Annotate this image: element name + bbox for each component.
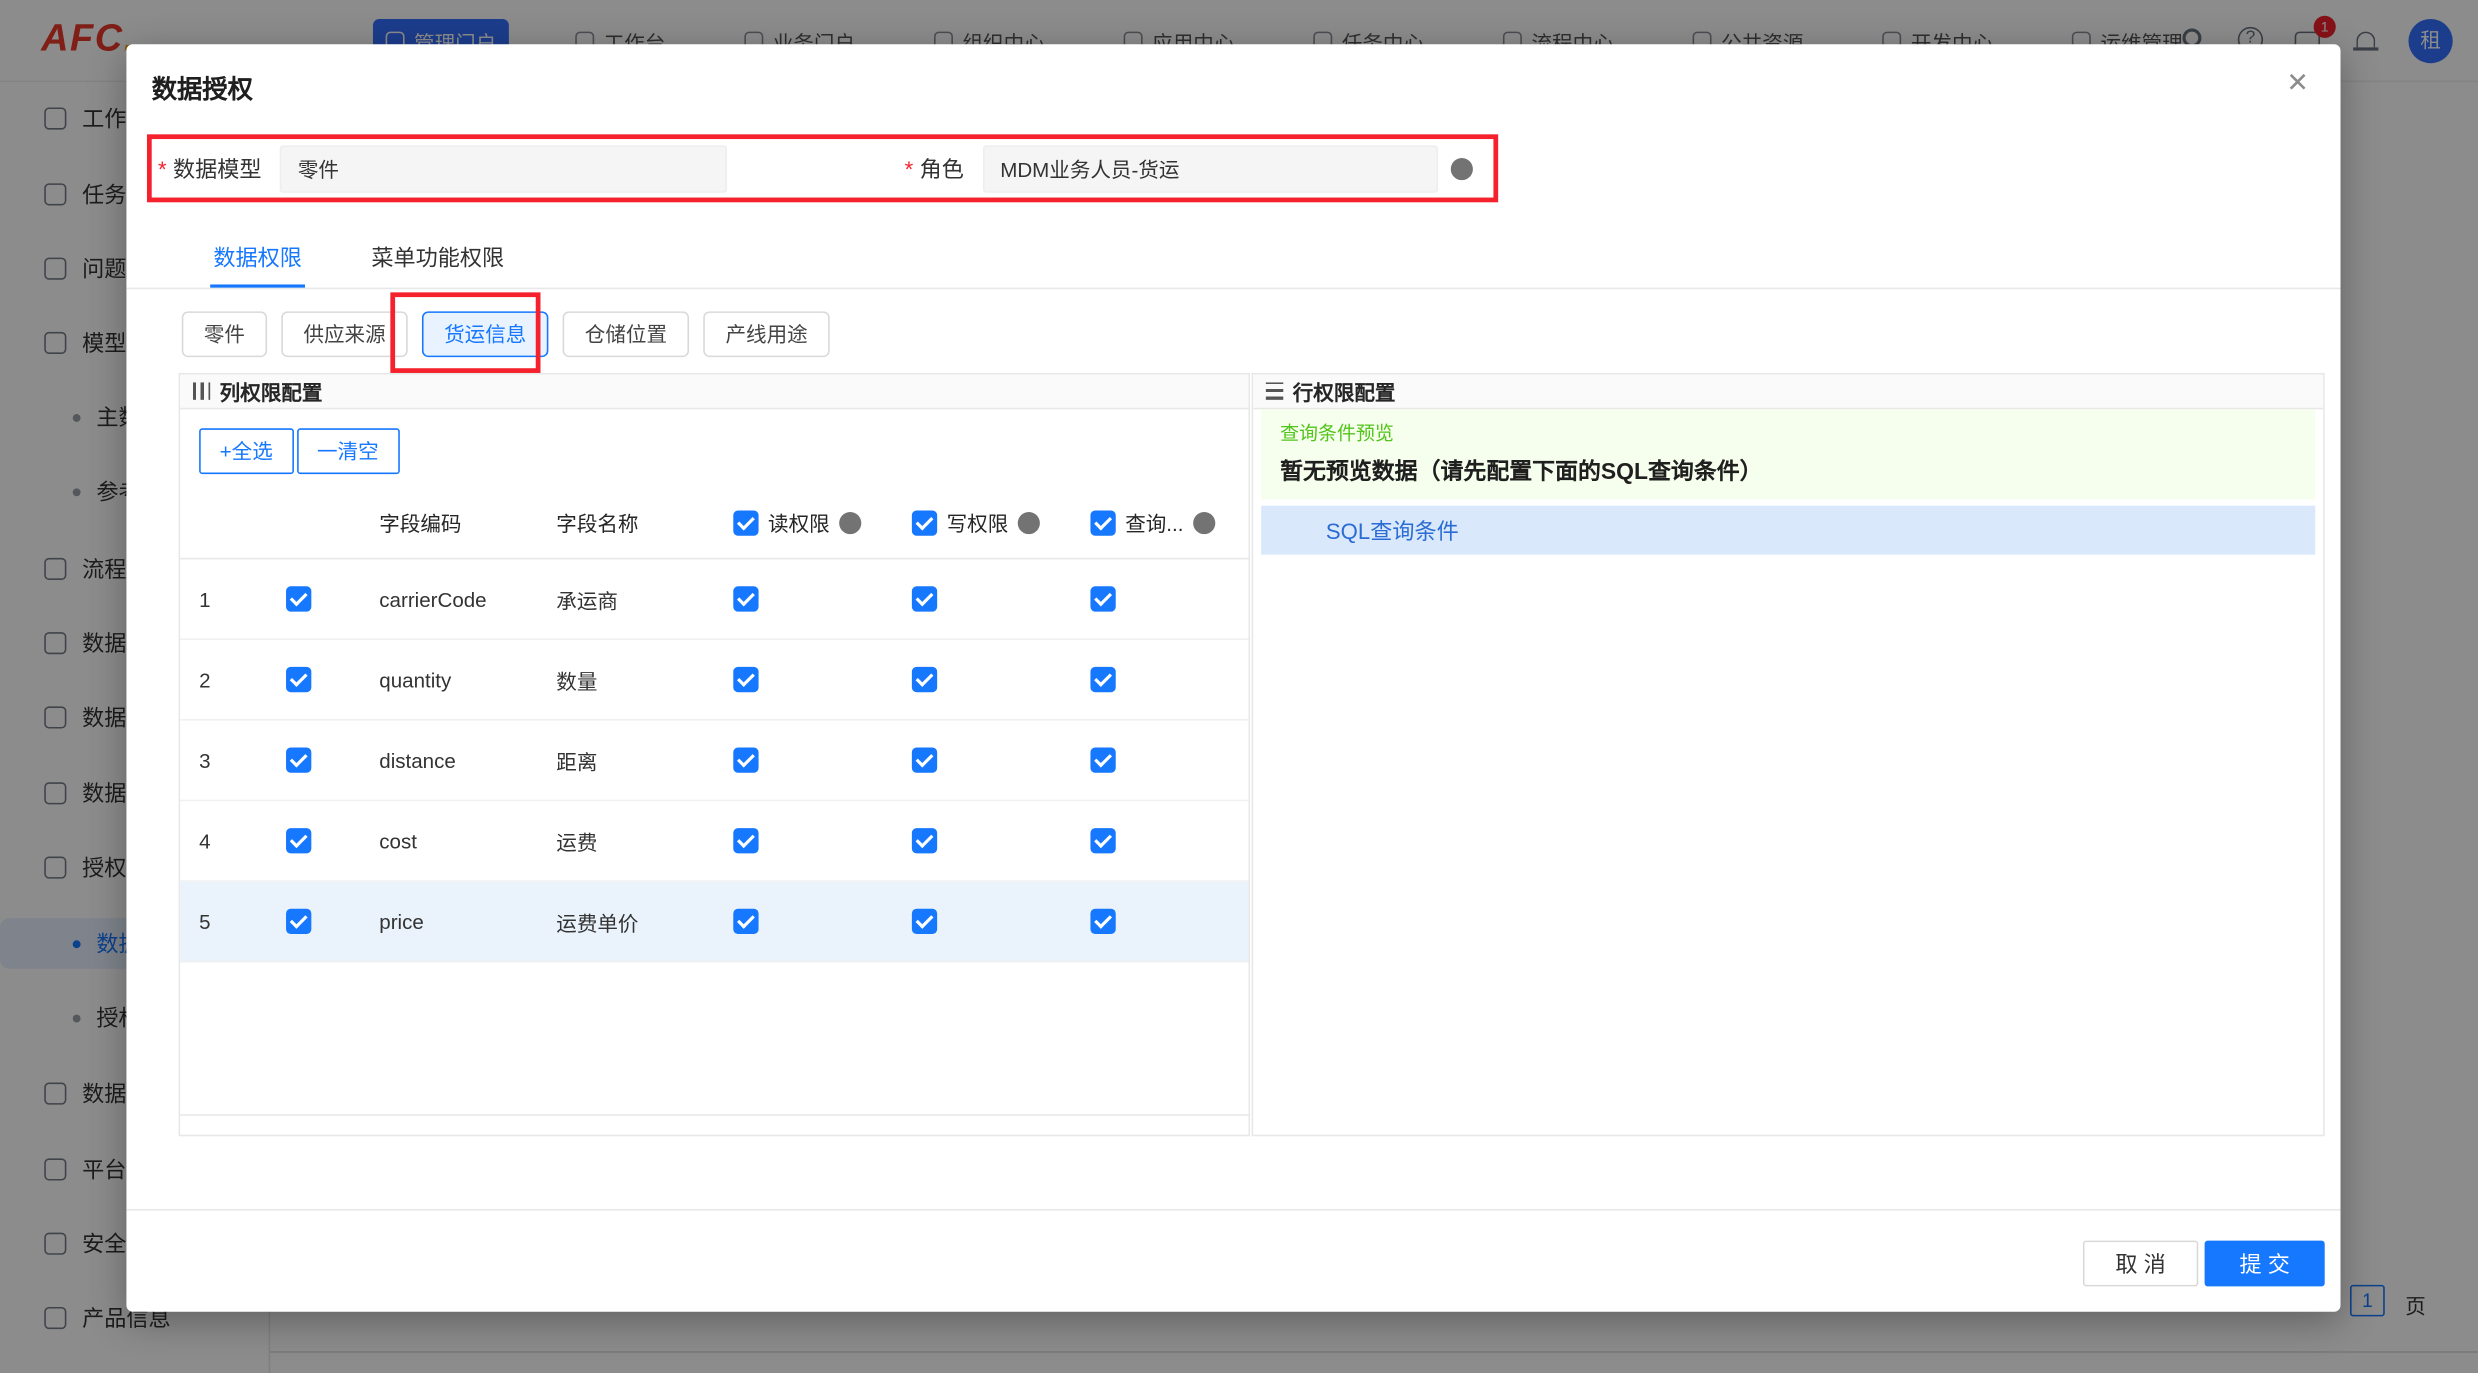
checkbox-checked[interactable]: [733, 828, 759, 854]
role-label: 角色: [919, 155, 964, 181]
row-index: 2: [199, 667, 211, 692]
header-read-permission: 读权限: [714, 507, 893, 537]
tab-menu-function-permission[interactable]: 菜单功能权限: [368, 229, 507, 287]
checkbox-checked[interactable]: [911, 586, 938, 612]
column-panel-title: 列权限配置: [219, 380, 323, 405]
field-code: cost: [379, 828, 417, 853]
row-index: 3: [199, 748, 211, 773]
row-index: 1: [199, 587, 211, 611]
close-icon[interactable]: ✕: [2286, 70, 2309, 97]
field-name: 数量: [556, 669, 598, 693]
info-icon: [1017, 511, 1040, 534]
modal-footer: 取 消 提 交: [126, 1208, 2341, 1312]
checkbox-checked[interactable]: [286, 666, 312, 693]
permission-panels: 列权限配置 +全选 一清空 字段编码 字段名称 读权限 写权限 查询... 1: [178, 372, 2325, 1137]
checkbox-checked[interactable]: [911, 509, 938, 535]
tab-data-permission[interactable]: 数据权限: [210, 229, 306, 288]
required-mark: *: [904, 155, 914, 181]
field-code: carrierCode: [379, 587, 487, 611]
checkbox-checked[interactable]: [286, 747, 312, 773]
row-panel-header: 行权限配置: [1253, 374, 2324, 410]
query-preview-label: 查询条件预览: [1280, 421, 1394, 445]
row-panel-title: 行权限配置: [1292, 380, 1396, 405]
table-row-highlighted: 5 price 运费单价: [180, 881, 1249, 963]
subtab-storage-location[interactable]: 仓储位置: [562, 311, 690, 358]
checkbox-checked[interactable]: [733, 586, 759, 612]
checkbox-checked[interactable]: [1090, 586, 1116, 612]
modal-title: 数据授权: [151, 77, 253, 105]
role-input[interactable]: [982, 144, 1438, 193]
field-name: 承运商: [556, 588, 618, 613]
checkbox-checked[interactable]: [911, 828, 938, 854]
subtab-freight-info[interactable]: 货运信息: [422, 311, 549, 358]
checkbox-checked[interactable]: [911, 666, 938, 693]
checkbox-checked[interactable]: [1090, 828, 1116, 854]
row-index: 5: [199, 909, 211, 934]
header-label: 读权限: [768, 512, 830, 536]
checkbox-checked[interactable]: [911, 747, 938, 773]
table-empty-area: [180, 962, 1248, 1114]
row-index: 4: [199, 828, 211, 853]
field-code: distance: [379, 748, 456, 773]
column-table-header: 字段编码 字段名称 读权限 写权限 查询...: [180, 487, 1249, 560]
checkbox-checked[interactable]: [286, 586, 312, 612]
rows-icon: [1265, 382, 1284, 400]
header-field-code: 字段编码: [379, 512, 462, 536]
table-scrollbar-strip[interactable]: [180, 1114, 1249, 1135]
header-label: 查询...: [1125, 512, 1184, 536]
subtab-line-usage[interactable]: 产线用途: [703, 311, 830, 358]
table-row: 3 distance 距离: [180, 721, 1249, 802]
field-code: quantity: [379, 667, 452, 692]
submit-button[interactable]: 提 交: [2204, 1240, 2325, 1287]
columns-icon: [192, 382, 211, 400]
table-row: 4 cost 运费: [180, 801, 1249, 882]
checkbox-checked[interactable]: [286, 908, 312, 934]
header-write-permission: 写权限: [893, 507, 1072, 537]
cancel-button[interactable]: 取 消: [2082, 1240, 2199, 1287]
info-icon: [839, 511, 862, 534]
data-model-label: 数据模型: [172, 155, 262, 181]
checkbox-checked[interactable]: [911, 908, 938, 934]
select-all-button[interactable]: +全选: [199, 428, 294, 475]
table-row: 1 carrierCode 承运商: [180, 559, 1249, 641]
data-authorization-modal: 数据授权 ✕ * 数据模型 * 角色 数据权限 菜单功能权限 零件 供应来源 货…: [126, 44, 2341, 1312]
modal-form-row: * 数据模型 * 角色: [126, 134, 2340, 202]
header-field-name: 字段名称: [556, 512, 639, 536]
checkbox-checked[interactable]: [733, 509, 759, 535]
checkbox-checked[interactable]: [286, 828, 312, 854]
subtab-supply-source[interactable]: 供应来源: [281, 311, 408, 358]
clear-all-button[interactable]: 一清空: [296, 428, 400, 475]
subtab-part[interactable]: 零件: [181, 311, 268, 358]
info-icon: [1450, 157, 1473, 180]
page: 1 页 AFC. 管理门户 工作台 业务门户 组织中心 应用中心 任务中心 流程…: [0, 0, 2478, 1373]
header-query-permission: 查询...: [1071, 507, 1248, 537]
info-icon: [1192, 511, 1216, 534]
header-label: 写权限: [946, 512, 1009, 536]
query-preview-empty-text: 暂无预览数据（请先配置下面的SQL查询条件）: [1280, 459, 1763, 486]
column-toolbar: +全选 一清空: [199, 428, 1248, 475]
table-row: 2 quantity 数量: [180, 640, 1249, 721]
model-subtabs: 零件 供应来源 货运信息 仓储位置 产线用途: [181, 311, 830, 358]
checkbox-checked[interactable]: [1090, 747, 1116, 773]
row-permission-panel: 行权限配置 查询条件预览 暂无预览数据（请先配置下面的SQL查询条件） SQL查…: [1251, 372, 2325, 1137]
sql-condition-item[interactable]: SQL查询条件: [1261, 505, 2316, 555]
checkbox-checked[interactable]: [733, 908, 759, 934]
column-panel-header: 列权限配置: [180, 374, 1249, 410]
modal-tabs: 数据权限 菜单功能权限: [126, 229, 2341, 290]
checkbox-checked[interactable]: [1090, 509, 1116, 535]
checkbox-checked[interactable]: [733, 747, 759, 773]
data-model-input[interactable]: [280, 144, 728, 193]
column-permission-panel: 列权限配置 +全选 一清空 字段编码 字段名称 读权限 写权限 查询... 1: [178, 372, 1251, 1137]
checkbox-checked[interactable]: [733, 666, 759, 693]
field-code: price: [379, 909, 424, 934]
checkbox-checked[interactable]: [1090, 666, 1116, 693]
query-preview-box: 查询条件预览 暂无预览数据（请先配置下面的SQL查询条件）: [1261, 409, 2316, 500]
field-name: 距离: [556, 749, 598, 774]
field-name: 运费: [556, 830, 598, 855]
checkbox-checked[interactable]: [1090, 908, 1116, 934]
required-mark: *: [158, 155, 167, 181]
field-name: 运费单价: [556, 911, 639, 935]
